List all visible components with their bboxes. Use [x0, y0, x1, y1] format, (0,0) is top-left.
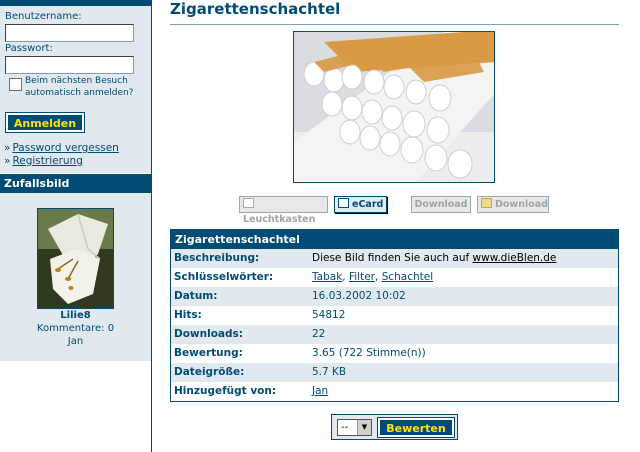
username-input[interactable] — [5, 24, 134, 42]
rate-button[interactable]: Bewerten — [377, 417, 455, 438]
remember-me-label-line1: Beim nächsten Besuch — [25, 76, 128, 86]
downloads-value: 22 — [312, 328, 326, 340]
login-panel: Benutzername: Passwort: Beim nächsten Be… — [0, 0, 151, 173]
sidebar: Benutzername: Passwort: Beim nächsten Be… — [0, 0, 152, 452]
hits-value: 54812 — [312, 309, 346, 321]
ecard-icon — [338, 198, 349, 208]
main-image — [293, 31, 495, 183]
password-label: Passwort: — [5, 43, 53, 54]
register-link[interactable]: » Registrierung — [4, 155, 83, 167]
download-zip-label: Download — [495, 199, 548, 210]
keyword-separator: , — [342, 271, 349, 283]
image-info-rows: Beschreibung: Diese Bild finden Sie auch… — [171, 249, 618, 401]
table-row: Bewertung: 3.65 (722 Stimme(n)) — [171, 344, 618, 363]
table-row: Datum: 16.03.2002 10:02 — [171, 287, 618, 306]
title-divider — [170, 24, 619, 25]
image-info-table: Zigarettenschachtel Beschreibung: Diese … — [170, 229, 619, 402]
table-row: Downloads: 22 — [171, 325, 618, 344]
keyword-link[interactable]: Tabak — [312, 271, 342, 283]
folder-icon — [481, 198, 492, 208]
lightbox-icon — [243, 198, 254, 208]
lightbox-button[interactable]: Leuchtkasten — [239, 196, 328, 225]
random-image-heading: Zufallsbild — [0, 174, 151, 193]
page-title: Zigarettenschachtel — [170, 0, 341, 18]
hits-key: Hits: — [174, 309, 202, 321]
table-row: Schlüsselwörter: Tabak, Filter, Schachte… — [171, 268, 618, 287]
filesize-value: 5.7 KB — [312, 366, 347, 378]
added-by-key: Hinzugefügt von: — [174, 385, 277, 397]
lightbox-label: Leuchtkasten — [243, 214, 316, 225]
description-text: Diese Bild finden Sie auch auf — [312, 252, 473, 264]
date-value: 16.03.2002 10:02 — [312, 290, 406, 302]
downloads-key: Downloads: — [174, 328, 243, 340]
download-label: Download — [414, 199, 468, 210]
random-image-comments: Kommentare: 0 — [36, 323, 115, 334]
table-row: Beschreibung: Diese Bild finden Sie auch… — [171, 249, 618, 268]
table-row: Hits: 54812 — [171, 306, 618, 325]
keywords-value: Tabak, Filter, Schachtel — [312, 268, 433, 287]
random-image-author: Jan — [67, 336, 84, 347]
added-by-user-link[interactable]: Jan — [312, 385, 328, 397]
keyword-separator: , — [375, 271, 382, 283]
forgot-password-text[interactable]: Password vergessen — [12, 142, 118, 154]
rating-select-value: -- — [341, 422, 349, 433]
remember-me-label: Beim nächsten Besuch automatisch anmelde… — [25, 75, 145, 99]
rating-key: Bewertung: — [174, 347, 243, 359]
username-label: Benutzername: — [5, 11, 82, 22]
table-row: Dateigröße: 5.7 KB — [171, 363, 618, 382]
table-row: Hinzugefügt von: Jan — [171, 382, 618, 401]
forgot-password-link[interactable]: » Password vergessen — [4, 142, 119, 154]
arrow-icon: » — [4, 142, 11, 154]
download-button[interactable]: Download — [411, 196, 471, 213]
rating-select[interactable]: -- ▼ — [337, 419, 372, 436]
random-image-name[interactable]: Lilie8 — [0, 310, 151, 321]
added-by-value: Jan — [312, 382, 328, 401]
ecard-label: eCard — [352, 199, 384, 210]
description-link[interactable]: www.dieBlen.de — [473, 252, 557, 264]
description-key: Beschreibung: — [174, 252, 260, 264]
remember-me-label-line2: automatisch anmelden? — [25, 88, 134, 98]
date-key: Datum: — [174, 290, 218, 302]
image-info-heading: Zigarettenschachtel — [171, 230, 618, 249]
arrow-icon: » — [4, 155, 11, 167]
chevron-down-icon[interactable]: ▼ — [357, 420, 371, 435]
password-input[interactable] — [5, 56, 134, 74]
description-value: Diese Bild finden Sie auch auf www.dieBl… — [312, 249, 556, 268]
login-panel-header — [0, 0, 151, 6]
ecard-button[interactable]: eCard — [334, 196, 387, 213]
filesize-key: Dateigröße: — [174, 366, 245, 378]
download-zip-button[interactable]: Download — [477, 196, 549, 213]
login-button[interactable]: Anmelden — [5, 112, 85, 133]
keywords-key: Schlüsselwörter: — [174, 271, 274, 283]
remember-me-checkbox[interactable] — [9, 78, 22, 91]
register-text[interactable]: Registrierung — [12, 155, 82, 167]
keyword-link[interactable]: Filter — [349, 271, 375, 283]
random-image-thumbnail[interactable] — [37, 208, 114, 309]
keyword-link[interactable]: Schachtel — [382, 271, 433, 283]
rating-form: -- ▼ Bewerten — [331, 414, 458, 440]
rating-value: 3.65 (722 Stimme(n)) — [312, 347, 426, 359]
